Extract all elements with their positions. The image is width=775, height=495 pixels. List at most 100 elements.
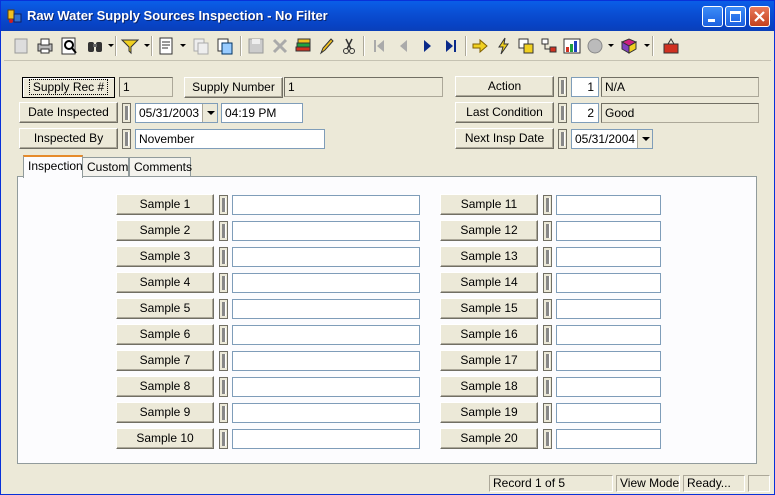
globe-button[interactable] — [584, 35, 606, 57]
field-grip[interactable] — [558, 129, 567, 149]
sample-8-button[interactable]: Sample 8 — [116, 376, 214, 397]
field-grip[interactable] — [543, 351, 552, 371]
sample-3-field[interactable] — [232, 247, 420, 267]
next-insp-date-combo[interactable]: 05/31/2004 — [571, 129, 653, 149]
lightning-button[interactable] — [492, 35, 514, 57]
sample-8-field[interactable] — [232, 377, 420, 397]
sample-10-field[interactable] — [232, 429, 420, 449]
paste-button[interactable] — [214, 35, 236, 57]
save-button[interactable] — [245, 35, 267, 57]
field-grip[interactable] — [558, 103, 567, 123]
sample-12-field[interactable] — [556, 221, 661, 241]
tab-comments[interactable]: Comments — [129, 157, 192, 177]
sample-12-button[interactable]: Sample 12 — [440, 220, 538, 241]
book-dropdown-arrow[interactable] — [644, 44, 650, 47]
tree-button[interactable] — [538, 35, 560, 57]
size-grip[interactable] — [748, 475, 770, 492]
field-grip[interactable] — [558, 77, 567, 97]
sample-4-button[interactable]: Sample 4 — [116, 272, 214, 293]
report-dropdown-arrow[interactable] — [180, 44, 186, 47]
field-grip[interactable] — [122, 129, 131, 149]
next-record-button[interactable] — [416, 35, 438, 57]
field-grip[interactable] — [122, 103, 131, 123]
minimize-button[interactable] — [702, 6, 723, 27]
field-grip[interactable] — [219, 247, 228, 267]
sample-18-button[interactable]: Sample 18 — [440, 376, 538, 397]
supply-number-field[interactable]: 1 — [284, 77, 443, 97]
sample-16-button[interactable]: Sample 16 — [440, 324, 538, 345]
sample-2-button[interactable]: Sample 2 — [116, 220, 214, 241]
sample-1-button[interactable]: Sample 1 — [116, 194, 214, 215]
date-inspected-combo[interactable]: 05/31/2003 — [135, 103, 218, 123]
book-button[interactable] — [618, 35, 640, 57]
action-code-field[interactable]: 1 — [571, 77, 599, 97]
chart-button[interactable] — [561, 35, 583, 57]
field-grip[interactable] — [219, 377, 228, 397]
sample-20-button[interactable]: Sample 20 — [440, 428, 538, 449]
filter-dropdown-arrow[interactable] — [144, 44, 150, 47]
sample-14-button[interactable]: Sample 14 — [440, 272, 538, 293]
field-grip[interactable] — [543, 247, 552, 267]
sample-11-field[interactable] — [556, 195, 661, 215]
globe-dropdown-arrow[interactable] — [608, 44, 614, 47]
tab-custom[interactable]: Custom — [82, 157, 129, 177]
copy-button[interactable] — [190, 35, 212, 57]
next-insp-dropdown-arrow[interactable] — [637, 130, 652, 148]
sample-13-field[interactable] — [556, 247, 661, 267]
sample-1-field[interactable] — [232, 195, 420, 215]
last-record-button[interactable] — [440, 35, 462, 57]
sample-13-button[interactable]: Sample 13 — [440, 246, 538, 267]
sample-4-field[interactable] — [232, 273, 420, 293]
field-grip[interactable] — [219, 351, 228, 371]
filter-button[interactable] — [119, 35, 141, 57]
sample-7-field[interactable] — [232, 351, 420, 371]
find-button[interactable] — [84, 35, 106, 57]
print-preview-button[interactable] — [58, 35, 80, 57]
sample-20-field[interactable] — [556, 429, 661, 449]
field-grip[interactable] — [219, 299, 228, 319]
field-grip[interactable] — [543, 403, 552, 423]
close-button[interactable] — [749, 6, 770, 27]
edit-button[interactable] — [315, 35, 337, 57]
date-inspected-button[interactable]: Date Inspected — [19, 102, 118, 123]
last-condition-button[interactable]: Last Condition — [455, 102, 554, 123]
field-grip[interactable] — [543, 377, 552, 397]
sample-7-button[interactable]: Sample 7 — [116, 350, 214, 371]
goto-button[interactable] — [469, 35, 491, 57]
sample-19-button[interactable]: Sample 19 — [440, 402, 538, 423]
sample-9-field[interactable] — [232, 403, 420, 423]
sample-11-button[interactable]: Sample 11 — [440, 194, 538, 215]
sample-15-field[interactable] — [556, 299, 661, 319]
print-button[interactable] — [34, 35, 56, 57]
sample-19-field[interactable] — [556, 403, 661, 423]
inspected-by-button[interactable]: Inspected By — [19, 128, 118, 149]
date-dropdown-arrow[interactable] — [202, 104, 217, 122]
attach-button[interactable] — [515, 35, 537, 57]
sample-18-field[interactable] — [556, 377, 661, 397]
sample-3-button[interactable]: Sample 3 — [116, 246, 214, 267]
last-condition-code-field[interactable]: 2 — [571, 103, 599, 123]
report-button[interactable] — [155, 35, 177, 57]
sample-17-field[interactable] — [556, 351, 661, 371]
find-dropdown-arrow[interactable] — [108, 44, 114, 47]
sample-16-field[interactable] — [556, 325, 661, 345]
sample-5-button[interactable]: Sample 5 — [116, 298, 214, 319]
title-bar[interactable]: Raw Water Supply Sources Inspection - No… — [1, 1, 774, 31]
time-inspected-field[interactable]: 04:19 PM — [221, 103, 303, 123]
sample-14-field[interactable] — [556, 273, 661, 293]
first-record-button[interactable] — [368, 35, 390, 57]
action-button[interactable]: Action — [455, 76, 554, 97]
sample-17-button[interactable]: Sample 17 — [440, 350, 538, 371]
sample-6-button[interactable]: Sample 6 — [116, 324, 214, 345]
field-grip[interactable] — [219, 403, 228, 423]
exit-button[interactable] — [660, 35, 682, 57]
delete-button[interactable] — [269, 35, 291, 57]
next-insp-date-button[interactable]: Next Insp Date — [455, 128, 554, 149]
sample-10-button[interactable]: Sample 10 — [116, 428, 214, 449]
prev-record-button[interactable] — [392, 35, 414, 57]
stack-button[interactable] — [292, 35, 314, 57]
field-grip[interactable] — [543, 195, 552, 215]
field-grip[interactable] — [543, 299, 552, 319]
field-grip[interactable] — [543, 221, 552, 241]
field-grip[interactable] — [219, 221, 228, 241]
